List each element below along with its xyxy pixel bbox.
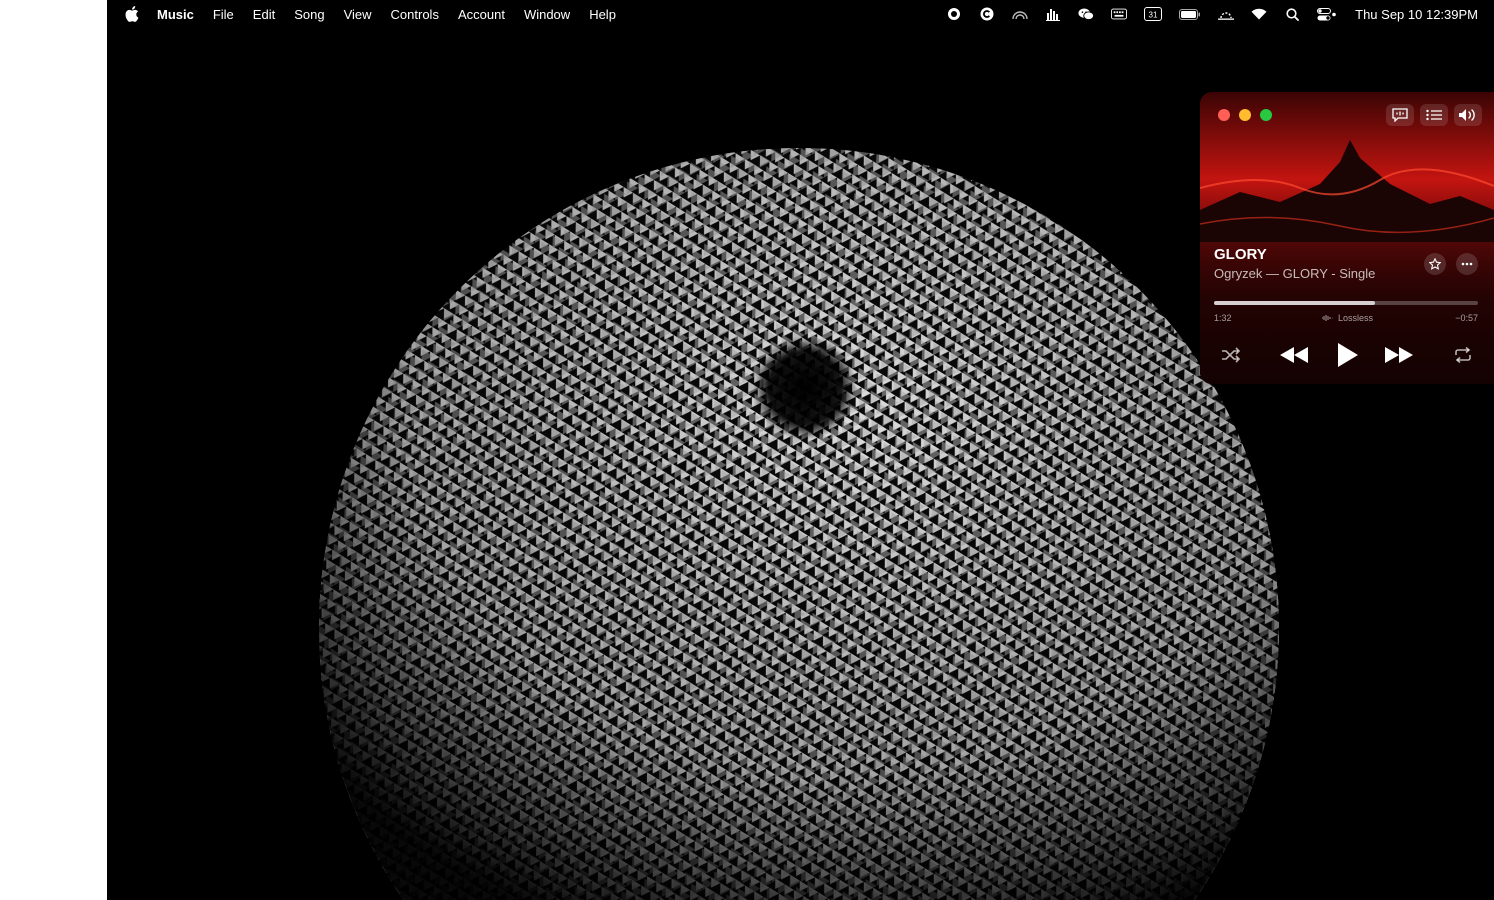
c-badge-icon[interactable] bbox=[979, 7, 995, 21]
visualizer-dark-spot bbox=[753, 336, 857, 440]
menu-song[interactable]: Song bbox=[294, 7, 324, 22]
lyrics-icon bbox=[1392, 108, 1408, 122]
menu-window[interactable]: Window bbox=[524, 7, 570, 22]
more-icon bbox=[1461, 262, 1473, 266]
shuffle-icon bbox=[1222, 347, 1241, 363]
queue-icon bbox=[1426, 109, 1442, 121]
track-artist-album[interactable]: Ogryzek — GLORY - Single bbox=[1214, 266, 1375, 281]
mini-player-window[interactable]: GLORY Ogryzek — GLORY - Single 1:32 Loss… bbox=[1200, 92, 1494, 384]
lyrics-button[interactable] bbox=[1386, 104, 1414, 126]
record-icon[interactable] bbox=[946, 7, 962, 21]
calendar-icon[interactable]: 31 bbox=[1144, 7, 1163, 21]
volume-icon bbox=[1459, 109, 1475, 121]
favorite-button[interactable] bbox=[1424, 253, 1446, 275]
track-title[interactable]: GLORY bbox=[1214, 246, 1267, 263]
menu-account[interactable]: Account bbox=[458, 7, 505, 22]
lossless-waveform-icon bbox=[1321, 315, 1333, 321]
rewind-icon bbox=[1280, 347, 1308, 363]
battery-icon[interactable] bbox=[1179, 7, 1201, 21]
transport-controls bbox=[1200, 340, 1494, 370]
repeat-icon bbox=[1455, 347, 1471, 363]
forward-icon bbox=[1385, 347, 1413, 363]
music-visualizer bbox=[317, 138, 1282, 900]
menu-app-music[interactable]: Music bbox=[157, 7, 194, 22]
search-icon[interactable] bbox=[1284, 7, 1300, 21]
menu-file[interactable]: File bbox=[213, 7, 234, 22]
shuffle-button[interactable] bbox=[1220, 340, 1242, 370]
visualizer-sphere bbox=[319, 148, 1279, 900]
menu-bar-clock[interactable]: Thu Sep 10 12:39PM bbox=[1355, 7, 1478, 22]
wifi-icon[interactable] bbox=[1251, 7, 1267, 21]
desktop-screen: Music File Edit Song View Controls Accou… bbox=[107, 0, 1494, 900]
play-icon bbox=[1338, 343, 1358, 367]
queue-button[interactable] bbox=[1420, 104, 1448, 126]
window-controls bbox=[1218, 109, 1281, 121]
rainbow-icon[interactable] bbox=[1012, 7, 1028, 21]
menu-bar: Music File Edit Song View Controls Accou… bbox=[107, 0, 1494, 28]
close-button[interactable] bbox=[1218, 109, 1230, 121]
control-center-icon[interactable] bbox=[1317, 7, 1337, 21]
playback-progress-fill bbox=[1214, 301, 1376, 305]
repeat-button[interactable] bbox=[1452, 340, 1474, 370]
more-options-button[interactable] bbox=[1456, 253, 1478, 275]
play-button[interactable] bbox=[1334, 340, 1360, 370]
zoom-button[interactable] bbox=[1260, 109, 1272, 121]
volume-button[interactable] bbox=[1454, 104, 1482, 126]
equalizer-icon[interactable] bbox=[1045, 7, 1061, 21]
lossless-badge: Lossless bbox=[1200, 313, 1494, 323]
minimize-button[interactable] bbox=[1239, 109, 1251, 121]
menu-help[interactable]: Help bbox=[589, 7, 616, 22]
forward-button[interactable] bbox=[1383, 340, 1415, 370]
menu-controls[interactable]: Controls bbox=[391, 7, 439, 22]
wechat-icon[interactable] bbox=[1078, 7, 1095, 21]
apple-logo-icon[interactable] bbox=[125, 6, 139, 22]
keyboard-icon[interactable] bbox=[1111, 7, 1128, 21]
menu-view[interactable]: View bbox=[344, 7, 372, 22]
rewind-button[interactable] bbox=[1278, 340, 1310, 370]
lossless-label: Lossless bbox=[1337, 313, 1373, 323]
svg-text:31: 31 bbox=[1149, 11, 1158, 20]
menu-edit[interactable]: Edit bbox=[253, 7, 275, 22]
sunrise-icon[interactable] bbox=[1218, 7, 1235, 21]
playback-scrubber[interactable] bbox=[1214, 301, 1478, 305]
star-icon bbox=[1429, 258, 1441, 270]
remaining-time: −0:57 bbox=[1455, 313, 1478, 323]
